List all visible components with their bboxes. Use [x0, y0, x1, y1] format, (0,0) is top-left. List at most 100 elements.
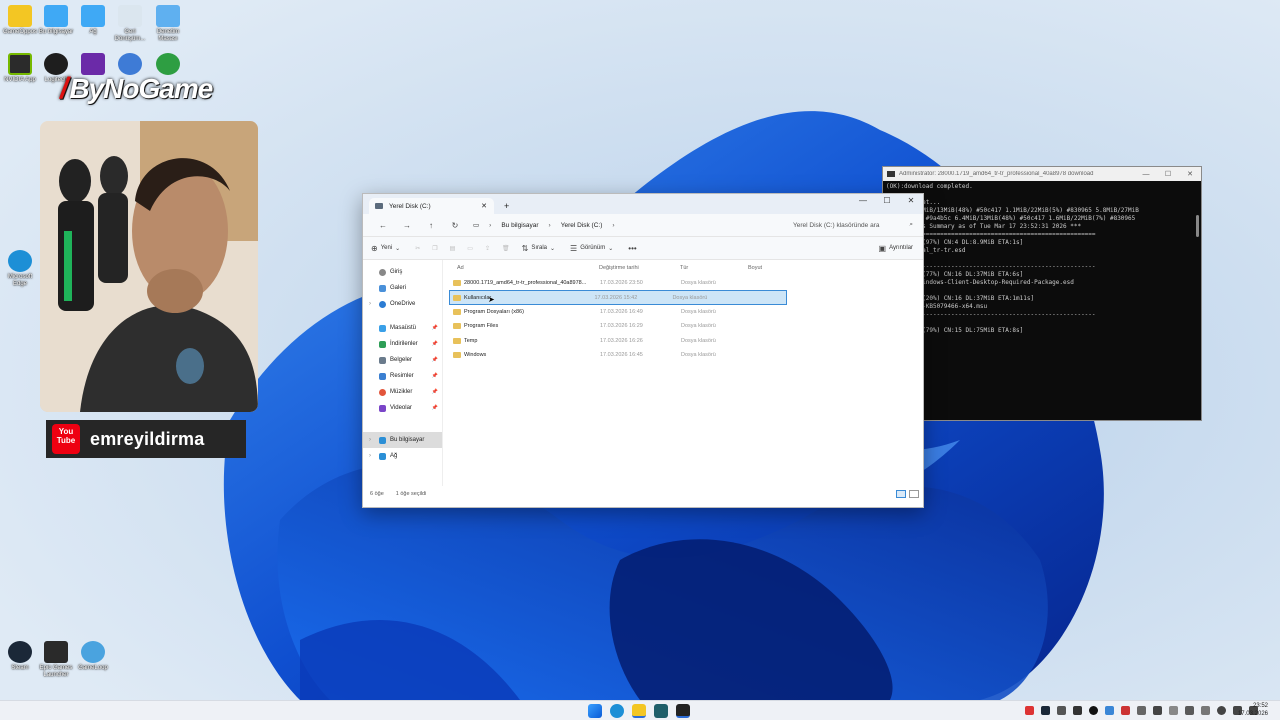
- back-arrow-icon[interactable]: ←: [371, 221, 395, 230]
- more-options-icon[interactable]: •••: [628, 244, 639, 253]
- desktop-icon-this-pc[interactable]: Bu bilgisayar: [36, 5, 76, 36]
- view-button[interactable]: ☰ Görünüm ⌄: [570, 244, 616, 253]
- terminal-line: 5 DL:29MiB #9a4b5c 6.4MiB/13MiB(48%) #50…: [886, 215, 1136, 222]
- rename-icon[interactable]: ▭: [467, 245, 473, 252]
- app-icon[interactable]: [1169, 706, 1178, 715]
- chevron-right-icon[interactable]: ›: [369, 301, 371, 307]
- nav-item-pictures[interactable]: Resimler 📌: [363, 368, 442, 384]
- nav-item-music[interactable]: Müzikler 📌: [363, 384, 442, 400]
- desktop-icon-control-panel[interactable]: Denetim Masası: [148, 5, 188, 43]
- new-tab-button[interactable]: +: [504, 201, 509, 211]
- desktop-icon-recycle-bin[interactable]: Geri Dönüşüm...: [110, 5, 150, 43]
- terminal-scrollbar[interactable]: [1196, 215, 1199, 237]
- gameloop-icon: [81, 641, 105, 663]
- app-icon[interactable]: [1153, 706, 1162, 715]
- nav-item-home[interactable]: Giriş: [363, 264, 442, 280]
- file-row[interactable]: 28000.1719_amd64_tr-tr_professional_40a8…: [449, 276, 923, 290]
- nav-item-network[interactable]: › Ağ: [363, 448, 442, 464]
- nav-item-onedrive[interactable]: › OneDrive: [363, 296, 442, 312]
- edge-icon[interactable]: [610, 704, 624, 718]
- paste-icon[interactable]: ▤: [450, 245, 456, 252]
- file-explorer-icon[interactable]: [632, 704, 646, 718]
- app-icon[interactable]: [1185, 706, 1194, 715]
- nav-item-downloads[interactable]: İndirilenler 📌: [363, 336, 442, 352]
- desktop-icon-network[interactable]: Ağ: [73, 5, 113, 36]
- nav-item-videos[interactable]: Videolar 📌: [363, 400, 442, 416]
- desktop-icon-epic[interactable]: Epic Games Launcher: [36, 641, 76, 679]
- wifi-icon[interactable]: [1217, 706, 1226, 715]
- keyboard-icon[interactable]: [1201, 706, 1210, 715]
- terminal-line: ----------------------------------------…: [886, 311, 1096, 318]
- column-type[interactable]: Tür: [680, 265, 748, 271]
- share-icon[interactable]: ⇪: [485, 245, 490, 252]
- navigation-pane: Giriş Galeri › OneDrive Masaüstü 📌 İndiril…: [363, 260, 443, 486]
- tiles-view-icon[interactable]: [909, 489, 919, 498]
- file-name: 28000.1719_amd64_tr-tr_professional_40a8…: [464, 280, 587, 287]
- file-type: Dosya klasörü: [681, 323, 716, 330]
- delete-icon[interactable]: 🗑: [502, 245, 510, 252]
- column-size[interactable]: Boyut: [748, 265, 798, 271]
- forward-arrow-icon[interactable]: →: [395, 221, 419, 230]
- nav-item-gallery[interactable]: Galeri: [363, 280, 442, 296]
- desktop-icon-gameloop[interactable]: GameLoop: [73, 641, 113, 672]
- chevron-down-icon: ⌄: [608, 245, 614, 252]
- column-name[interactable]: Ad: [449, 265, 599, 271]
- terminal-line: icrosoft-Windows-Client-Desktop-Required…: [886, 279, 1074, 286]
- file-row[interactable]: Windows 17.03.2026 16:45 Dosya klasörü: [449, 348, 923, 362]
- app-icon[interactable]: [1025, 706, 1034, 715]
- details-view-icon[interactable]: [896, 489, 906, 498]
- chevron-right-icon[interactable]: ›: [369, 453, 371, 459]
- breadcrumb[interactable]: ▭ › Bu bilgisayar › Yerel Disk (C:) ›: [473, 221, 789, 230]
- steam-icon[interactable]: [1041, 706, 1050, 715]
- app-icon[interactable]: [1121, 706, 1130, 715]
- file-row[interactable]: Temp 17.03.2026 16:26 Dosya klasörü: [449, 334, 923, 348]
- desktop-icon-gameoppos[interactable]: GameOppos: [0, 5, 40, 36]
- refresh-icon[interactable]: ↻: [443, 221, 467, 230]
- recycle-bin-icon: [118, 5, 142, 27]
- desktop-icon: [379, 324, 386, 332]
- file-row[interactable]: Kullanıcılar 17.03.2026 15:42 Dosya klasör…: [449, 290, 787, 305]
- terminal-line: the UUP set...: [890, 199, 941, 206]
- nav-item-desktop[interactable]: Masaüstü 📌: [363, 320, 442, 336]
- taskbar-clock[interactable]: 23:52 17.03.2026: [1238, 702, 1268, 718]
- nav-item-documents[interactable]: Belgeler 📌: [363, 352, 442, 368]
- details-pane-button[interactable]: ▣ Ayrıntılar: [879, 244, 913, 253]
- app-icon[interactable]: [1073, 706, 1082, 715]
- app-icon[interactable]: [1137, 706, 1146, 715]
- minimize-button[interactable]: —: [1135, 171, 1157, 178]
- cut-icon[interactable]: ✂: [415, 245, 420, 252]
- chevron-right-icon[interactable]: ›: [369, 437, 371, 443]
- maximize-button[interactable]: ☐: [1157, 170, 1179, 178]
- file-row[interactable]: Program Files 17.03.2026 16:29 Dosya klasö…: [449, 319, 923, 333]
- nav-item-this-pc[interactable]: › Bu bilgisayar: [363, 432, 442, 448]
- close-button[interactable]: ✕: [1179, 170, 1201, 178]
- file-explorer-window[interactable]: Yerel Disk (C:) ✕ + — ☐ ✕ ← → ↑ ↻ ▭ › Bu…: [362, 193, 924, 508]
- column-date[interactable]: Değiştirme tarihi: [599, 265, 680, 271]
- tab-local-disk[interactable]: Yerel Disk (C:) ✕: [369, 198, 494, 214]
- desktop-icon-edge[interactable]: Microsoft Edge: [0, 250, 40, 288]
- close-button[interactable]: ✕: [899, 194, 923, 208]
- breadcrumb-this-pc[interactable]: Bu bilgisayar: [501, 222, 538, 229]
- sort-button[interactable]: ⇅ Sırala ⌄: [522, 244, 558, 253]
- desktop-icon-nvidia[interactable]: NVIDIA App: [0, 53, 40, 84]
- desktop-icon-steam[interactable]: Steam: [0, 641, 40, 672]
- start-icon[interactable]: [588, 704, 602, 718]
- new-button[interactable]: ⊕ Yeni ⌄: [371, 244, 403, 253]
- breadcrumb-local-disk[interactable]: Yerel Disk (C:): [561, 222, 603, 229]
- up-arrow-icon[interactable]: ↑: [419, 221, 443, 230]
- close-tab-icon[interactable]: ✕: [481, 202, 487, 210]
- terminal-line: MiB/2.9GiB(20%) CN:16 DL:37MiB ETA:1m11s…: [886, 295, 1035, 302]
- search-input[interactable]: Yerel Disk (C:) klasöründe ara ⌕: [789, 218, 917, 232]
- maximize-button[interactable]: ☐: [875, 194, 899, 208]
- app-icon[interactable]: [654, 704, 668, 718]
- terminal-titlebar[interactable]: Administrator: 28000.1719_amd64_tr-tr_pr…: [883, 167, 1201, 181]
- file-row[interactable]: Program Dosyaları (x86) 17.03.2026 16:49 D…: [449, 305, 923, 319]
- terminal-window[interactable]: Administrator: 28000.1719_amd64_tr-tr_pr…: [882, 166, 1202, 421]
- copy-icon[interactable]: ❐: [432, 245, 437, 252]
- app-icon[interactable]: [1057, 706, 1066, 715]
- app-icon[interactable]: [1089, 706, 1098, 715]
- minimize-button[interactable]: —: [851, 194, 875, 208]
- terminal-icon[interactable]: [676, 704, 690, 718]
- app-icon[interactable]: [1105, 706, 1114, 715]
